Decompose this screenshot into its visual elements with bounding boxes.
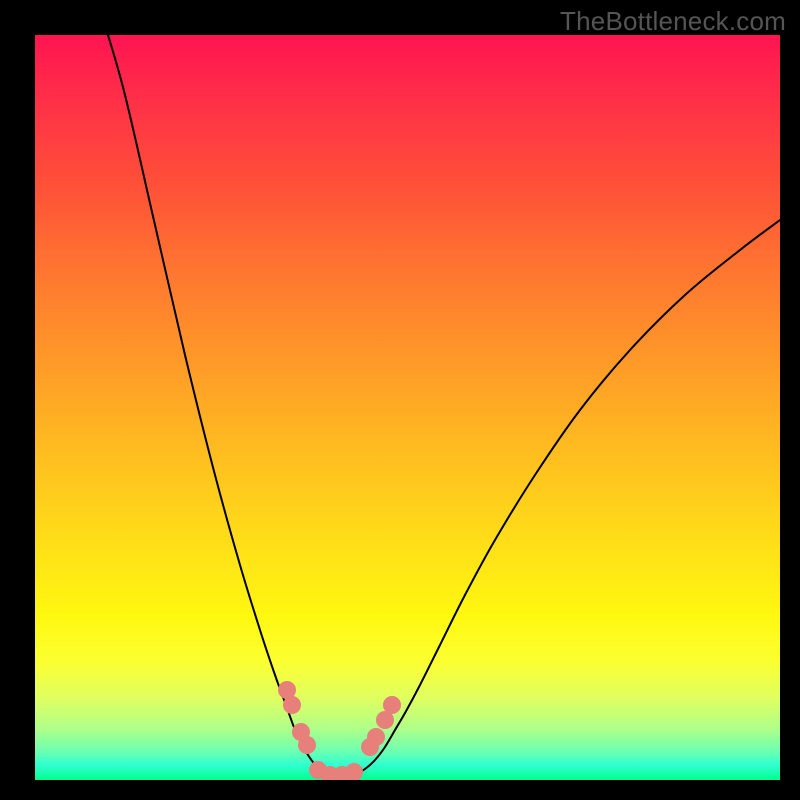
data-dot [383, 696, 401, 714]
data-dot [345, 763, 363, 780]
dots-bottom [309, 761, 363, 780]
data-dot [283, 696, 301, 714]
plot-area [35, 35, 780, 780]
left-curve [105, 35, 335, 777]
dots-right [361, 696, 401, 756]
data-dot [367, 728, 385, 746]
chart-svg [35, 35, 780, 780]
attribution-text: TheBottleneck.com [560, 6, 786, 37]
data-dot [298, 736, 316, 754]
dots-left [278, 681, 316, 754]
outer-frame: TheBottleneck.com [0, 0, 800, 800]
right-curve [335, 220, 780, 777]
